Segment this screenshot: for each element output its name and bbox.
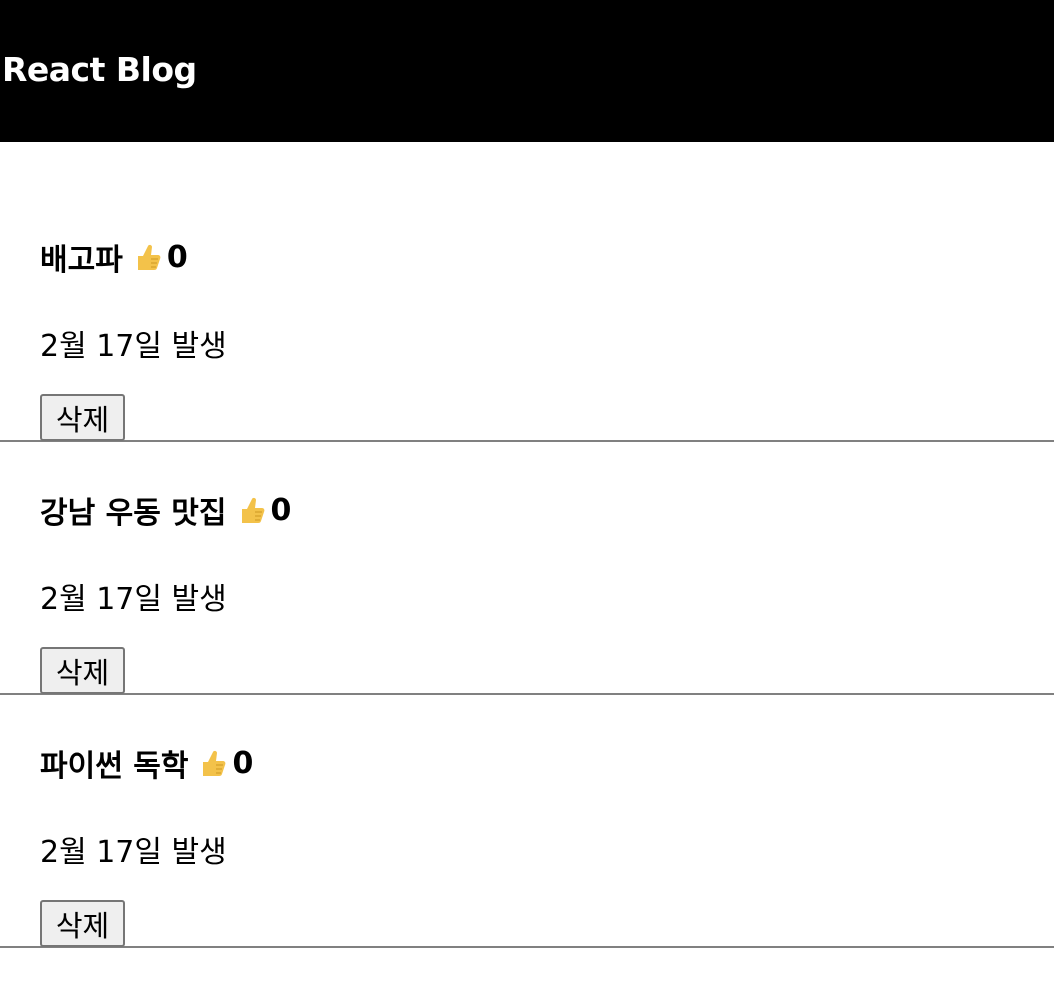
thumbs-up-icon[interactable]: [235, 494, 267, 526]
list-item: 배고파 0 2월 17일 발생 삭제: [0, 231, 1054, 442]
list-item: 강남 우동 맛집 0 2월 17일 발생 삭제: [0, 442, 1054, 695]
post-title[interactable]: 파이썬 독학: [40, 741, 188, 785]
like-count: 0: [166, 239, 188, 275]
navbar: React Blog: [0, 0, 1054, 142]
post-title-row[interactable]: 파이썬 독학 0: [40, 741, 254, 785]
post-title-row[interactable]: 배고파 0: [40, 235, 188, 279]
list-item: 파이썬 독학 0 2월 17일 발생 삭제: [0, 695, 1054, 948]
post-date: 2월 17일 발생: [40, 582, 227, 617]
blog-title: React Blog: [2, 49, 197, 89]
post-title[interactable]: 배고파: [40, 235, 123, 279]
post-date: 2월 17일 발생: [40, 329, 227, 364]
post-date: 2월 17일 발생: [40, 835, 227, 870]
delete-button[interactable]: 삭제: [40, 900, 125, 947]
delete-button[interactable]: 삭제: [40, 647, 125, 694]
thumbs-up-icon[interactable]: [196, 747, 228, 779]
like-count: 0: [270, 492, 292, 528]
delete-button[interactable]: 삭제: [40, 394, 125, 441]
post-title[interactable]: 강남 우동 맛집: [40, 488, 227, 532]
post-title-row[interactable]: 강남 우동 맛집 0: [40, 488, 292, 532]
thumbs-up-icon[interactable]: [131, 241, 163, 273]
post-list: 배고파 0 2월 17일 발생 삭제 강남 우동 맛집 0 2월 17일 발생 …: [0, 142, 1054, 948]
like-count: 0: [232, 745, 254, 781]
